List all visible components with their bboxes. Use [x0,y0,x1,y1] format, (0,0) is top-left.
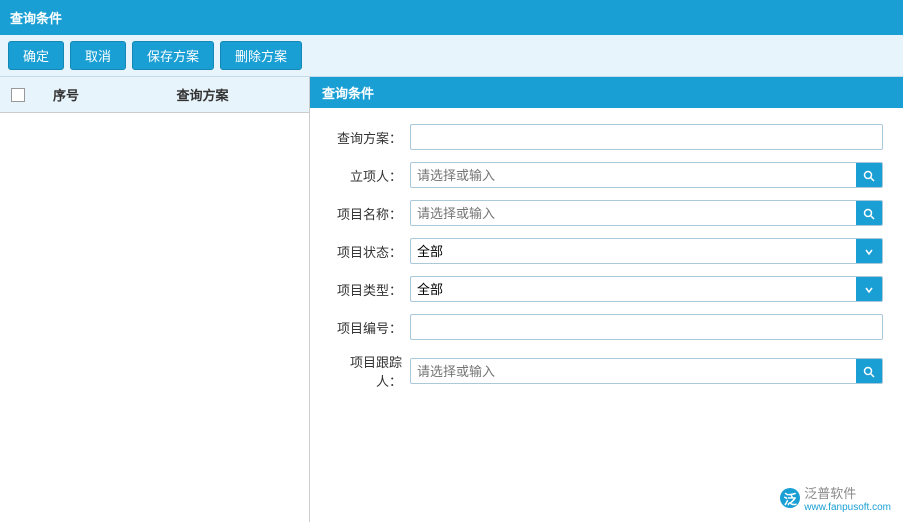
input-scheme[interactable] [410,124,883,150]
watermark-url: www.fanpusoft.com [804,502,891,513]
watermark-info: 泛普软件 www.fanpusoft.com [804,483,891,513]
label-project-type: 项目类型： [330,280,410,299]
header-seq: 序号 [36,83,96,106]
search-project-name-button[interactable] [856,201,882,226]
label-scheme: 查询方案： [330,128,410,147]
select-all-checkbox[interactable] [11,88,25,102]
search-project-follower-button[interactable] [856,359,882,384]
input-project-no[interactable] [410,314,883,340]
input-project-follower-container [410,358,883,384]
watermark-icon-text: 泛 [784,489,797,508]
left-panel: 序号 查询方案 [0,77,310,522]
header-checkbox-cell [0,83,36,106]
save-button[interactable]: 保存方案 [132,41,214,70]
select-project-type[interactable]: 全部 [411,277,856,301]
select-project-type-container: 全部 [410,276,883,302]
input-project-name-container [410,200,883,226]
chevron-down-icon [864,285,874,295]
search-icon [863,208,875,220]
select-project-status-container: 全部 [410,238,883,264]
right-panel-header: 查询条件 [310,77,903,108]
input-project-name[interactable] [411,201,856,225]
form-row-founder: 立项人： [330,162,883,188]
form-row-project-no: 项目编号： [330,314,883,340]
list-body [0,113,309,121]
form-row-scheme: 查询方案： [330,124,883,150]
form-row-project-status: 项目状态： 全部 [330,238,883,264]
right-panel: 查询条件 查询方案： 立项人： [310,77,903,522]
input-founder-container [410,162,883,188]
watermark-company: 泛普软件 [804,486,856,501]
delete-button[interactable]: 删除方案 [220,41,302,70]
form-row-project-follower: 项目跟踪人： [330,352,883,390]
list-header: 序号 查询方案 [0,77,309,113]
label-project-follower: 项目跟踪人： [330,352,410,390]
header-name: 查询方案 [96,83,309,106]
watermark: 泛 泛普软件 www.fanpusoft.com [780,483,891,513]
cancel-button[interactable]: 取消 [70,41,126,70]
search-icon [863,366,875,378]
main-content: 序号 查询方案 查询条件 查询方案： 立项人： [0,77,903,522]
watermark-logo-icon: 泛 [780,488,800,508]
title-text: 查询条件 [10,11,62,26]
form-row-project-type: 项目类型： 全部 [330,276,883,302]
input-founder[interactable] [411,163,856,187]
dropdown-project-type-button[interactable] [856,277,882,302]
input-project-follower[interactable] [411,359,856,383]
search-founder-button[interactable] [856,163,882,188]
confirm-button[interactable]: 确定 [8,41,64,70]
toolbar: 确定 取消 保存方案 删除方案 [0,35,903,77]
select-project-status[interactable]: 全部 [411,239,856,263]
chevron-down-icon [864,247,874,257]
label-project-no: 项目编号： [330,318,410,337]
form-area: 查询方案： 立项人： 项目名称： [310,108,903,418]
title-bar: 查询条件 [0,0,903,35]
form-row-project-name: 项目名称： [330,200,883,226]
search-icon [863,170,875,182]
label-project-name: 项目名称： [330,204,410,223]
dropdown-project-status-button[interactable] [856,239,882,264]
label-founder: 立项人： [330,166,410,185]
label-project-status: 项目状态： [330,242,410,261]
